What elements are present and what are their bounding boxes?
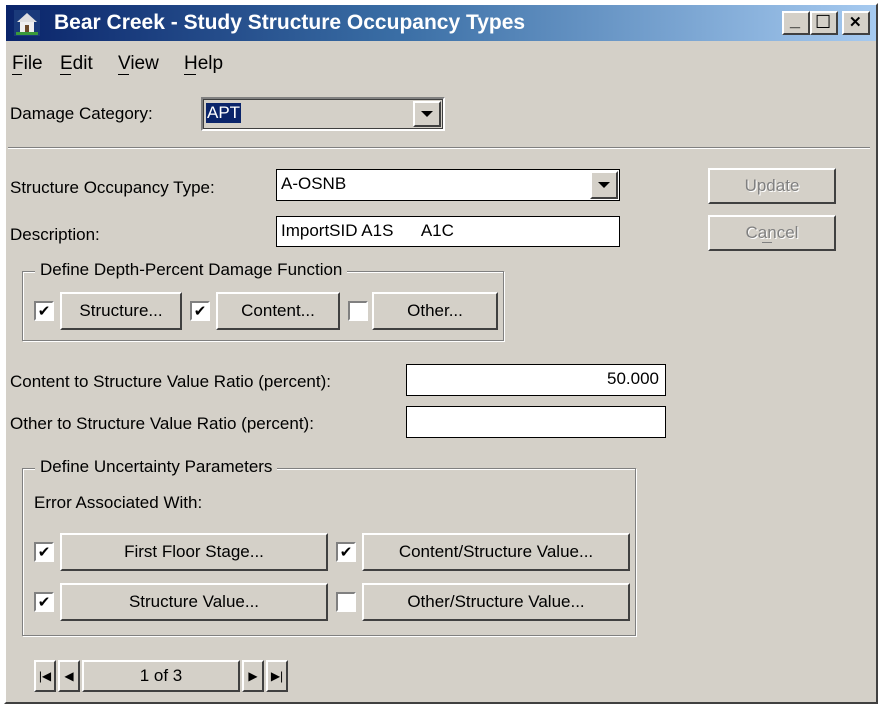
content-structure-value-button[interactable]: Content/Structure Value... xyxy=(362,533,630,571)
first-floor-stage-button[interactable]: First Floor Stage... xyxy=(60,533,328,571)
other-ratio-label: Other to Structure Value Ratio (percent)… xyxy=(10,414,314,433)
other-button[interactable]: Other... xyxy=(372,292,498,330)
occupancy-type-value: A-OSNB xyxy=(281,174,347,193)
other-structure-value-button[interactable]: Other/Structure Value... xyxy=(362,583,630,621)
first-record-icon: |◀ xyxy=(38,669,52,683)
last-record-button[interactable]: ▶| xyxy=(266,660,288,692)
window-title: Bear Creek - Study Structure Occupancy T… xyxy=(54,11,526,34)
check-icon: ✔ xyxy=(193,302,207,320)
maximize-button[interactable]: ☐ xyxy=(810,11,838,35)
content-checkbox[interactable]: ✔ xyxy=(190,301,210,321)
previous-record-icon: ◀ xyxy=(64,669,74,683)
occupancy-type-dropdown-arrow[interactable] xyxy=(590,171,618,199)
record-position: 1 of 3 xyxy=(82,660,240,692)
cancel-accel xyxy=(762,242,772,243)
menu-file[interactable]: File xyxy=(12,53,43,75)
damage-category-select[interactable]: APT xyxy=(201,97,445,131)
menu-edit[interactable]: Edit xyxy=(60,53,93,75)
maximize-icon: ☐ xyxy=(815,12,832,32)
content-ratio-label: Content to Structure Value Ratio (percen… xyxy=(10,372,331,391)
other-checkbox[interactable] xyxy=(348,301,368,321)
title-bar[interactable]: Bear Creek - Study Structure Occupancy T… xyxy=(6,5,876,41)
cancel-button[interactable]: Cancel xyxy=(708,215,836,251)
menu-view-accel xyxy=(118,74,129,75)
content-structure-checkbox[interactable]: ✔ xyxy=(336,542,356,562)
close-button[interactable]: ✕ xyxy=(842,11,870,35)
menu-file-accel xyxy=(12,74,22,75)
previous-record-button[interactable]: ◀ xyxy=(58,660,80,692)
damage-category-label: Damage Category: xyxy=(10,104,153,123)
menu-help[interactable]: Help xyxy=(184,53,223,75)
first-record-button[interactable]: |◀ xyxy=(34,660,56,692)
last-record-icon: ▶| xyxy=(270,669,284,683)
menu-view[interactable]: View xyxy=(118,53,159,75)
menu-edit-accel xyxy=(60,74,71,75)
structure-checkbox[interactable]: ✔ xyxy=(34,301,54,321)
occupancy-type-select[interactable]: A-OSNB xyxy=(276,169,620,201)
check-icon: ✔ xyxy=(37,593,51,611)
minimize-button[interactable]: _ xyxy=(782,10,810,35)
structure-value-button[interactable]: Structure Value... xyxy=(60,583,328,621)
uncertainty-legend: Define Uncertainty Parameters xyxy=(35,457,278,477)
check-icon: ✔ xyxy=(37,302,51,320)
chevron-down-icon xyxy=(421,111,433,117)
next-record-icon: ▶ xyxy=(248,669,258,683)
structure-button[interactable]: Structure... xyxy=(60,292,182,330)
occupancy-type-label: Structure Occupancy Type: xyxy=(10,178,215,197)
check-icon: ✔ xyxy=(339,543,353,561)
minimize-icon: _ xyxy=(790,10,801,30)
chevron-down-icon xyxy=(598,182,610,188)
separator xyxy=(8,147,870,149)
other-structure-checkbox[interactable] xyxy=(336,592,356,612)
update-button[interactable]: Update xyxy=(708,168,836,204)
content-ratio-field[interactable]: 50.000 xyxy=(406,364,666,396)
error-associated-label: Error Associated With: xyxy=(34,493,203,512)
damage-category-dropdown-arrow[interactable] xyxy=(413,101,441,127)
other-ratio-field[interactable] xyxy=(406,406,666,438)
damage-category-value: APT xyxy=(206,103,242,123)
next-record-button[interactable]: ▶ xyxy=(242,660,264,692)
menu-help-accel xyxy=(184,74,196,75)
first-floor-checkbox[interactable]: ✔ xyxy=(34,542,54,562)
close-icon: ✕ xyxy=(849,14,862,31)
description-label: Description: xyxy=(10,225,100,244)
app-house-icon xyxy=(14,10,40,36)
structure-value-checkbox[interactable]: ✔ xyxy=(34,592,54,612)
content-button[interactable]: Content... xyxy=(216,292,340,330)
depth-damage-legend: Define Depth-Percent Damage Function xyxy=(35,260,348,280)
check-icon: ✔ xyxy=(37,543,51,561)
description-field[interactable]: ImportSID A1S A1C xyxy=(276,216,620,247)
